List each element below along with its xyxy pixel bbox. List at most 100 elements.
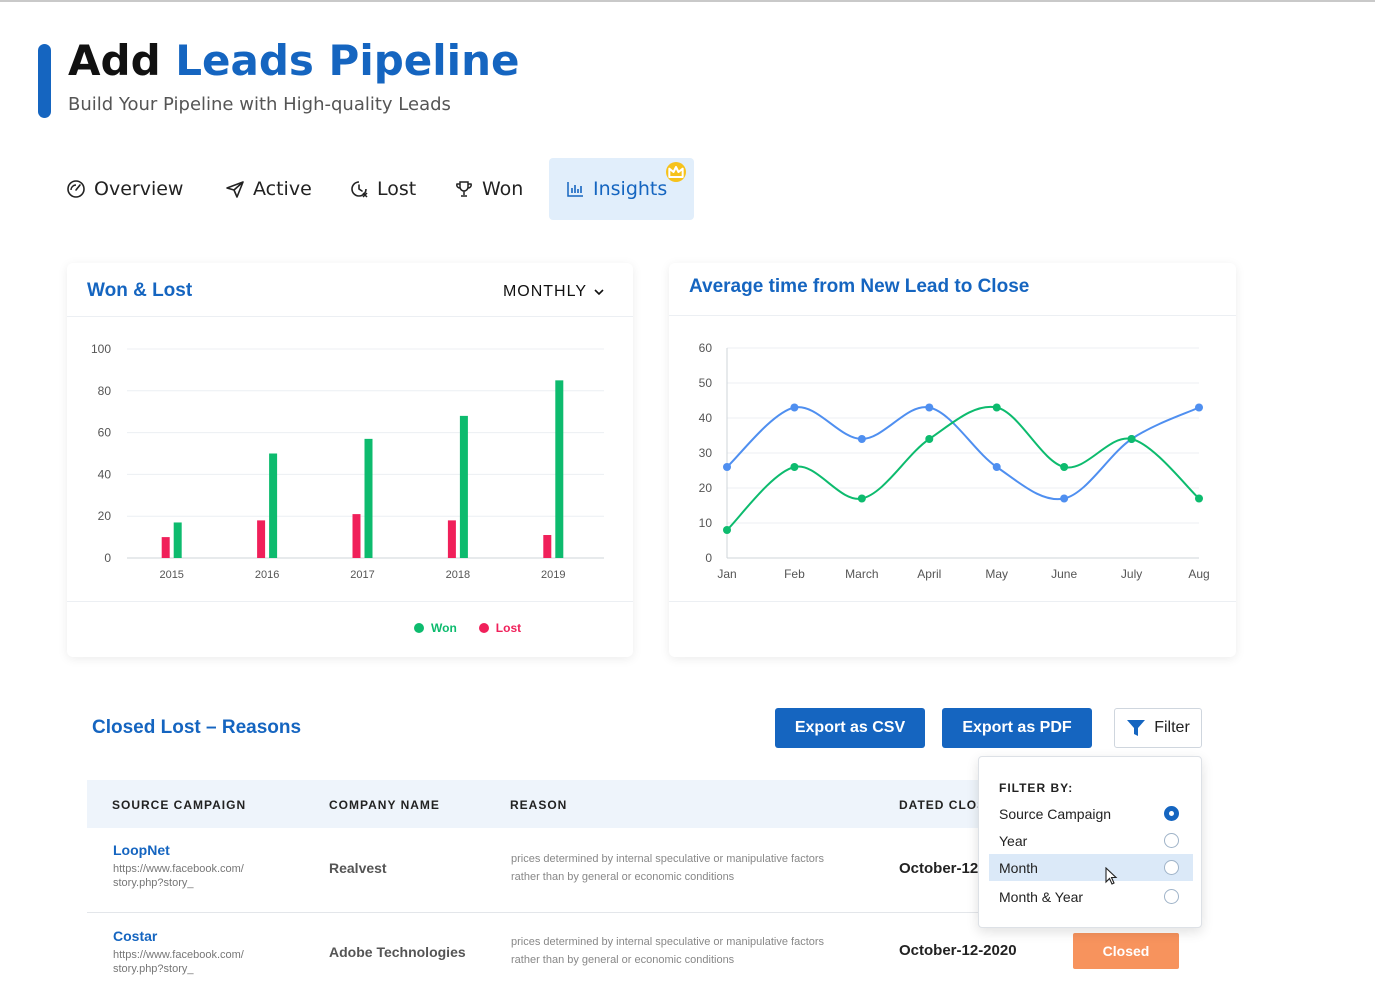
filter-option-month[interactable]: Month <box>989 854 1193 881</box>
tab-insights-label: Insights <box>593 178 668 200</box>
y-tick-label: 10 <box>699 516 713 530</box>
campaign-link[interactable]: Costar <box>113 928 157 944</box>
campaign-url: https://www.facebook.com/story.php?story… <box>113 862 283 890</box>
y-tick-label: 40 <box>699 411 713 425</box>
gauge-icon <box>67 180 85 198</box>
filter-option-year[interactable]: Year <box>989 827 1193 854</box>
status-badge[interactable]: Closed <box>1073 933 1179 969</box>
y-tick-label: 50 <box>699 376 713 390</box>
radio-selected[interactable] <box>1164 806 1179 821</box>
reason-line: rather than by general or economic condi… <box>511 871 735 883</box>
bar-lost <box>352 514 361 558</box>
y-tick-label: 60 <box>699 341 713 355</box>
radio-unselected[interactable] <box>1164 889 1179 904</box>
y-tick-label: 60 <box>98 426 112 440</box>
filter-option-label: Month <box>999 859 1038 876</box>
table-header: SOURCE CAMPAIGN COMPANY NAME REASON DATE… <box>87 780 987 828</box>
series-point-1 <box>1195 403 1203 412</box>
filter-button[interactable]: Filter <box>1114 708 1202 748</box>
tab-active-label: Active <box>253 178 312 200</box>
tab-insights[interactable]: Insights <box>549 158 694 220</box>
series-point-2 <box>857 494 866 503</box>
filter-option-label: Month & Year <box>999 888 1084 905</box>
tab-overview[interactable]: Overview <box>66 158 183 220</box>
col-dated-close: DATED CLOS <box>899 798 979 812</box>
x-tick-label: 2016 <box>255 569 279 581</box>
x-tick-label: Feb <box>784 567 805 581</box>
legend-dot-lost <box>478 623 489 633</box>
campaign-url-line: https://www.facebook.com/ <box>113 949 244 961</box>
legend-dot-won <box>414 623 424 633</box>
bar-won <box>459 415 468 558</box>
legend-item-won: Won <box>414 621 457 635</box>
filter-option-month-year[interactable]: Month & Year <box>989 883 1193 910</box>
y-tick-label: 0 <box>705 551 712 565</box>
won-lost-card: Won & Lost MONTHLY 0 20 40 60 80 100 2015 2016 2… <box>67 263 633 657</box>
tab-won[interactable]: Won <box>454 158 523 220</box>
x-tick-label: Aug <box>1188 567 1209 581</box>
campaign-url-line: story.php?story_ <box>113 963 194 975</box>
tab-lost-label: Lost <box>377 178 417 200</box>
campaign-link[interactable]: LoopNet <box>113 842 170 858</box>
bar-chart-icon <box>567 182 583 197</box>
reason-text: prices determined by internal speculativ… <box>511 933 851 969</box>
export-pdf-button[interactable]: Export as PDF <box>942 708 1092 748</box>
company-name: Realvest <box>329 860 387 876</box>
campaign-url: https://www.facebook.com/story.php?story… <box>113 948 283 976</box>
col-source-campaign: SOURCE CAMPAIGN <box>112 798 247 812</box>
filter-button-label: Filter <box>1154 719 1190 736</box>
won-lost-card-footer <box>67 601 633 602</box>
series-point-1 <box>723 463 731 471</box>
tab-active[interactable]: Active <box>225 158 312 220</box>
reason-line: rather than by general or economic condi… <box>511 954 735 966</box>
window-top-border <box>0 0 1375 2</box>
legend-label-won: Won <box>431 621 457 635</box>
tab-won-label: Won <box>482 178 524 200</box>
tab-overview-label: Overview <box>94 178 184 200</box>
y-tick-label: 0 <box>104 551 111 565</box>
filter-option-source-campaign[interactable]: Source Campaign <box>989 800 1193 827</box>
page-title: Add Leads Pipeline <box>68 36 519 86</box>
chevron-down-icon <box>594 289 604 296</box>
company-name: Adobe Technologies <box>329 944 466 960</box>
bar-lost <box>257 520 266 558</box>
col-company-name: COMPANY NAME <box>329 798 440 812</box>
x-tick-label: 2018 <box>446 569 470 581</box>
radio-unselected[interactable] <box>1164 833 1179 848</box>
x-tick-label: 2019 <box>541 569 565 581</box>
closed-lost-title: Closed Lost – Reasons <box>92 717 302 738</box>
paper-plane-icon <box>226 181 244 198</box>
filter-option-label: Year <box>999 832 1028 849</box>
series-point-2 <box>1195 494 1203 503</box>
legend-label-lost: Lost <box>495 621 522 635</box>
avg-time-card: Average time from New Lead to Close 0 10 2… <box>669 263 1236 657</box>
period-dropdown-label: MONTHLY <box>502 283 587 300</box>
campaign-url-line: story.php?story_ <box>113 877 194 889</box>
tab-lost[interactable]: Lost <box>349 158 416 220</box>
series-point-1 <box>992 463 1001 471</box>
period-dropdown[interactable]: MONTHLY <box>503 283 605 301</box>
x-tick-label: March <box>845 567 878 581</box>
dated-close: October-12 <box>899 860 979 877</box>
campaign-url-line: https://www.facebook.com/ <box>113 863 244 875</box>
y-tick-label: 80 <box>98 384 112 398</box>
radio-unselected[interactable] <box>1164 860 1179 875</box>
bar-lost <box>447 520 456 558</box>
y-tick-label: 100 <box>91 342 111 356</box>
x-tick-label: July <box>1121 567 1142 581</box>
series-point-2 <box>992 403 1001 412</box>
x-tick-label: May <box>985 567 1008 581</box>
legend-item-lost: Lost <box>478 621 522 635</box>
export-csv-button[interactable]: Export as CSV <box>775 708 925 748</box>
title-accent-bar <box>38 44 51 118</box>
won-lost-title: Won & Lost <box>87 280 193 301</box>
x-tick-label: June <box>1051 567 1077 581</box>
y-tick-label: 40 <box>98 467 112 481</box>
bar-lost <box>543 535 552 558</box>
reason-text: prices determined by internal speculativ… <box>511 850 851 886</box>
funnel-icon <box>1127 720 1146 736</box>
bar-won <box>269 453 278 558</box>
bar-lost <box>161 537 170 558</box>
trophy-icon <box>456 181 472 197</box>
series-point-2 <box>723 526 731 534</box>
